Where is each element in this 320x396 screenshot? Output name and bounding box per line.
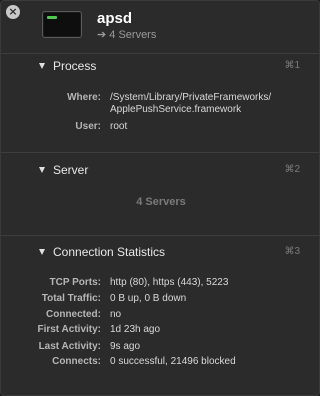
- server-disclosure-icon[interactable]: [1, 163, 45, 177]
- last-activity-label: Last Activity:: [38, 341, 101, 352]
- connection-shortcut: ⌘3: [284, 246, 300, 257]
- where-value-line2: ApplePushService.framework: [110, 104, 242, 115]
- app-subtitle: ➔ 4 Servers: [97, 29, 157, 41]
- connected-value: no: [110, 309, 122, 320]
- terminal-prompt-mark: [47, 16, 57, 19]
- connects-label: Connects:: [52, 356, 101, 367]
- connects-value: 0 successful, 21496 blocked: [110, 356, 236, 367]
- first-activity-label: First Activity:: [37, 324, 101, 335]
- total-traffic-label: Total Traffic:: [41, 293, 101, 304]
- process-shortcut: ⌘1: [284, 60, 300, 71]
- connection-disclosure-icon[interactable]: [1, 245, 45, 259]
- total-traffic-value: 0 B up, 0 B down: [110, 293, 187, 304]
- process-section-title[interactable]: Process: [53, 59, 96, 73]
- info-panel: × apsd ➔ 4 Servers Process ⌘1 Where: /Sy…: [0, 0, 320, 396]
- user-label: User:: [75, 121, 101, 132]
- server-section-title[interactable]: Server: [53, 163, 88, 177]
- connection-section-title[interactable]: Connection Statistics: [53, 245, 165, 259]
- connected-label: Connected:: [46, 309, 101, 320]
- divider: [1, 152, 319, 153]
- terminal-app-icon: [42, 11, 82, 38]
- server-count: 4 Servers: [136, 196, 186, 208]
- divider: [1, 235, 319, 236]
- server-shortcut: ⌘2: [284, 164, 300, 175]
- tcp-ports-label: TCP Ports:: [49, 277, 102, 288]
- app-name: apsd: [97, 10, 133, 27]
- divider: [1, 53, 319, 54]
- tcp-ports-value: http (80), https (443), 5223: [110, 277, 229, 288]
- last-activity-value: 9s ago: [110, 341, 141, 352]
- where-label: Where:: [67, 92, 101, 103]
- user-value: root: [110, 121, 128, 132]
- first-activity-value: 1d 23h ago: [110, 324, 161, 335]
- process-disclosure-icon[interactable]: [1, 59, 45, 73]
- where-value-line1: /System/Library/PrivateFrameworks/: [110, 92, 272, 103]
- header: apsd ➔ 4 Servers: [1, 1, 319, 51]
